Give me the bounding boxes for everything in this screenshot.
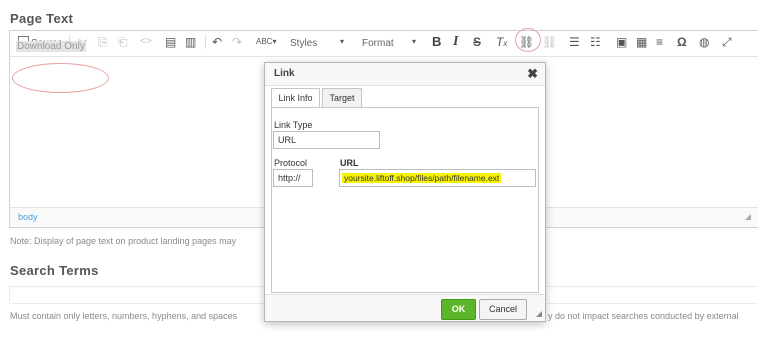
url-input[interactable]: yoursite.liftoff.shop/files/path/filenam… (339, 169, 536, 187)
dialog-footer: OK Cancel (265, 294, 545, 321)
strikethrough-icon[interactable]: S (473, 34, 481, 50)
path-element-body[interactable]: body (18, 212, 38, 222)
close-icon[interactable]: ✖ (527, 66, 538, 82)
search-terms-note-right: y do not impact searches conducted by ex… (548, 311, 739, 321)
globe-icon[interactable]: ◍ (699, 34, 709, 50)
unlink-icon[interactable]: ⛓ (542, 34, 557, 50)
bold-button[interactable]: B (432, 34, 441, 50)
undo-icon[interactable]: ↶ (212, 34, 222, 50)
editor-toolbar: Source ✂ ⎘ ⎗ <> ▤ ▥ ↶ ↷ ABC▾ Styles ▾ Fo… (10, 31, 758, 53)
annotation-circle (515, 28, 541, 52)
protocol-select[interactable]: http:// (273, 169, 313, 187)
page-text-note: Note: Display of page text on product la… (10, 236, 237, 246)
dialog-resize-handle[interactable] (536, 311, 542, 317)
chevron-down-icon[interactable]: ▾ (412, 34, 416, 50)
search-terms-note: Must contain only letters, numbers, hyph… (10, 311, 238, 321)
table-icon[interactable]: ▦ (636, 34, 647, 50)
search-terms-heading: Search Terms (10, 263, 99, 278)
link-type-label: Link Type (274, 120, 313, 130)
special-char-button[interactable]: Ω (677, 34, 687, 50)
paste-text-icon[interactable]: ▤ (165, 34, 176, 50)
numbered-list-icon[interactable]: ☰ (569, 34, 580, 50)
chevron-down-icon[interactable]: ▾ (340, 34, 344, 50)
paste-word-icon[interactable]: ▥ (185, 34, 196, 50)
dialog-tabs: Link Info Target (271, 85, 545, 108)
editor-content-text[interactable]: Download Only (16, 41, 86, 52)
italic-button[interactable]: I (453, 34, 458, 50)
url-label: URL (340, 158, 359, 168)
code-icon[interactable]: <> (140, 34, 152, 50)
resize-handle[interactable] (745, 214, 751, 220)
link-info-panel: Link Type URL Protocol http:// URL yours… (271, 107, 539, 293)
tab-target[interactable]: Target (322, 88, 362, 107)
protocol-label: Protocol (274, 158, 308, 168)
url-value: yoursite.liftoff.shop/files/path/filenam… (342, 173, 502, 183)
image-icon[interactable]: ▣ (616, 34, 627, 50)
link-dialog: Link ✖ Link Info Target Link Type URL Pr… (264, 62, 546, 322)
annotation-circle (12, 63, 109, 93)
toolbar-separator (205, 35, 206, 49)
spellcheck-button[interactable]: ABC▾ (256, 34, 276, 50)
horizontal-rule-icon[interactable]: ≡ (656, 34, 663, 50)
format-dropdown[interactable]: Format (362, 34, 394, 50)
link-type-select[interactable]: URL (273, 131, 380, 149)
paste-icon[interactable]: ⎗ (118, 34, 128, 50)
page-text-heading: Page Text (10, 11, 74, 26)
maximize-icon[interactable]: ⤢ (722, 34, 732, 50)
dialog-header: Link ✖ (265, 63, 545, 86)
bulleted-list-icon[interactable]: ☷ (590, 34, 601, 50)
ok-button[interactable]: OK (441, 299, 476, 320)
cancel-button[interactable]: Cancel (479, 299, 527, 320)
dialog-title: Link (274, 68, 295, 79)
remove-format-icon[interactable]: Tx (496, 34, 507, 50)
copy-icon[interactable]: ⎘ (98, 34, 108, 50)
tab-link-info[interactable]: Link Info (271, 88, 320, 108)
styles-dropdown[interactable]: Styles (290, 34, 317, 50)
redo-icon[interactable]: ↷ (232, 34, 242, 50)
